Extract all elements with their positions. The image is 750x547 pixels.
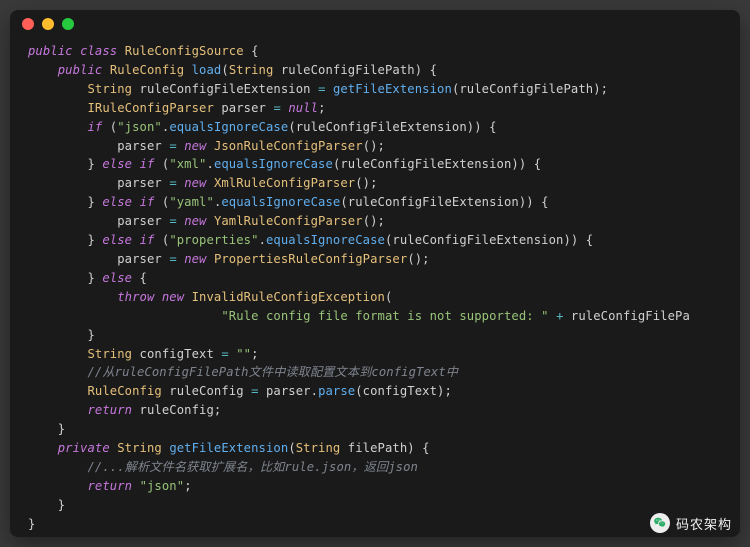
minimize-icon[interactable] xyxy=(42,18,54,30)
code-line: String configText = ""; xyxy=(28,345,722,364)
code-line: parser = new JsonRuleConfigParser(); xyxy=(28,137,722,156)
watermark: 码农架构 xyxy=(650,513,732,533)
code-window: public class RuleConfigSource { public R… xyxy=(10,10,740,537)
code-line: return "json"; xyxy=(28,477,722,496)
code-line: return ruleConfig; xyxy=(28,401,722,420)
code-line: parser = new XmlRuleConfigParser(); xyxy=(28,174,722,193)
code-line: } xyxy=(28,420,722,439)
code-line: } else if ("yaml".equalsIgnoreCase(ruleC… xyxy=(28,193,722,212)
code-line: } xyxy=(28,326,722,345)
code-line: if ("json".equalsIgnoreCase(ruleConfigFi… xyxy=(28,118,722,137)
zoom-icon[interactable] xyxy=(62,18,74,30)
wechat-icon xyxy=(650,513,670,533)
code-line: parser = new PropertiesRuleConfigParser(… xyxy=(28,250,722,269)
code-line: String ruleConfigFileExtension = getFile… xyxy=(28,80,722,99)
code-line: IRuleConfigParser parser = null; xyxy=(28,99,722,118)
code-line: private String getFileExtension(String f… xyxy=(28,439,722,458)
titlebar xyxy=(10,10,740,38)
code-line: //...解析文件名获取扩展名，比如rule.json，返回json xyxy=(28,458,722,477)
watermark-text: 码农架构 xyxy=(676,514,732,533)
code-line: public class RuleConfigSource { xyxy=(28,42,722,61)
code-line: } else if ("properties".equalsIgnoreCase… xyxy=(28,231,722,250)
code-block: public class RuleConfigSource { public R… xyxy=(10,38,740,537)
code-line: } xyxy=(28,515,722,534)
code-line: parser = new YamlRuleConfigParser(); xyxy=(28,212,722,231)
code-line: RuleConfig ruleConfig = parser.parse(con… xyxy=(28,382,722,401)
code-line: } else { xyxy=(28,269,722,288)
close-icon[interactable] xyxy=(22,18,34,30)
code-line: //从ruleConfigFilePath文件中读取配置文本到configTex… xyxy=(28,363,722,382)
code-line: public RuleConfig load(String ruleConfig… xyxy=(28,61,722,80)
code-line: } xyxy=(28,496,722,515)
code-line: throw new InvalidRuleConfigException( xyxy=(28,288,722,307)
code-line: } else if ("xml".equalsIgnoreCase(ruleCo… xyxy=(28,155,722,174)
code-line: "Rule config file format is not supporte… xyxy=(28,307,722,326)
